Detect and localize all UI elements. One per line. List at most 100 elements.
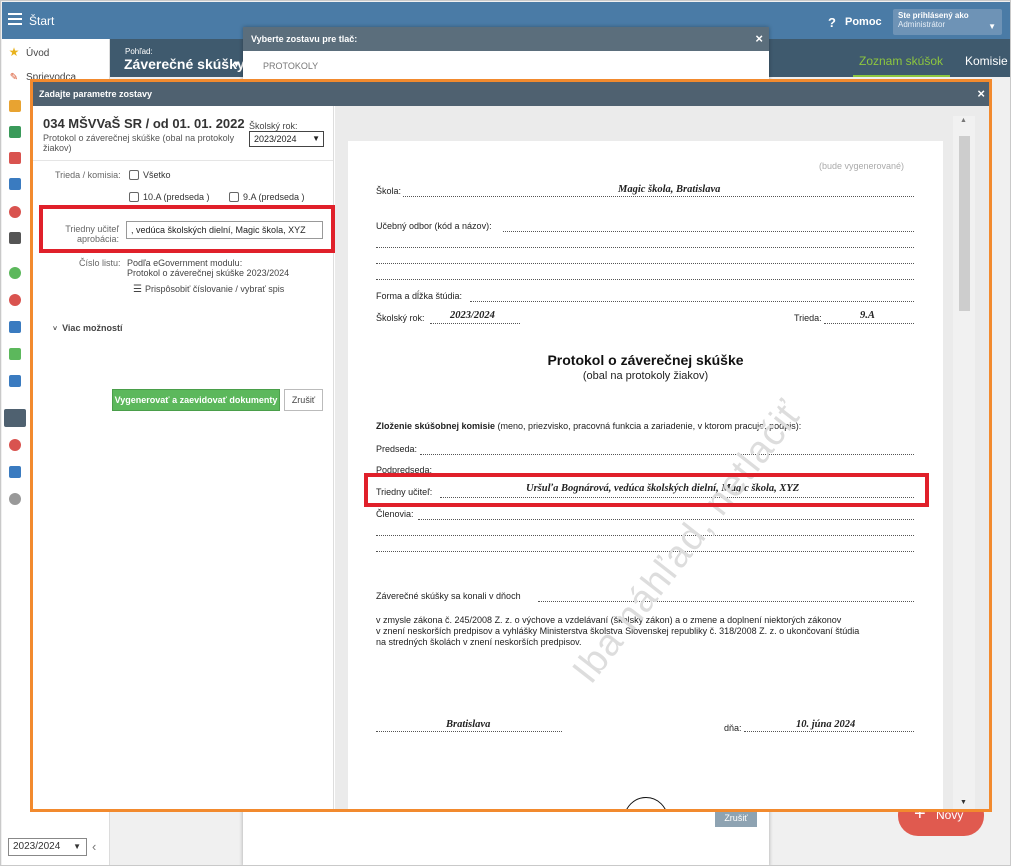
user-icon[interactable] <box>9 206 21 218</box>
shield-icon[interactable] <box>9 348 21 360</box>
start-link[interactable]: Štart <box>29 14 54 28</box>
report-name: Protokol o záverečnej skúške (obal na pr… <box>43 133 235 153</box>
dotted-line <box>403 196 914 197</box>
generate-button[interactable]: Vygenerovať a zaevidovať dokumenty <box>112 389 280 411</box>
scroll-down-icon[interactable]: ▼ <box>960 799 967 806</box>
letter-number-value: Podľa eGovernment modulu: Protokol o záv… <box>127 258 289 278</box>
star-icon: ★ <box>8 45 20 59</box>
cursor-circle <box>624 797 668 809</box>
school-value: Magic škola, Bratislava <box>618 184 721 195</box>
gauge-icon[interactable] <box>9 294 21 306</box>
scroll-up-icon[interactable]: ▲ <box>960 117 967 124</box>
open-book-icon[interactable] <box>4 409 26 427</box>
school-year-value: 2023/2024 <box>254 134 297 144</box>
date-value: 10. júna 2024 <box>796 719 856 730</box>
collapse-sidebar-icon[interactable]: ‹ <box>92 839 96 854</box>
chevron-down-icon[interactable]: ▼ <box>232 59 241 69</box>
dotted-line <box>418 519 914 520</box>
customize-numbering-label: Prispôsobiť číslovanie / vybrať spis <box>144 284 285 294</box>
class-teacher-label: Triedny učiteľ aprobácia: <box>65 224 119 244</box>
divider <box>33 160 333 161</box>
close-icon[interactable]: × <box>977 86 985 101</box>
dotted-line <box>376 279 914 280</box>
chevron-down-icon: ˅ <box>53 326 58 333</box>
class-teacher-input[interactable]: , vedúca školských dielní, Magic škola, … <box>126 221 323 239</box>
letter-number-label: Číslo listu: <box>79 258 121 268</box>
tab-zoznam-skusok[interactable]: Zoznam skúšok <box>859 54 943 68</box>
close-icon[interactable]: × <box>755 31 763 46</box>
study-form-label: Forma a dĺžka štúdia: <box>376 291 463 301</box>
class-10a-label: 10.A (predseda ) <box>143 192 210 202</box>
dotted-line <box>824 323 914 324</box>
app-frame: Štart ? Pomoc Ste prihlásený ako Adminis… <box>0 0 1011 866</box>
pen-icon[interactable] <box>9 466 21 478</box>
sidebar-item-uvod[interactable]: ★ Úvod <box>8 45 50 59</box>
book-icon[interactable] <box>9 178 21 190</box>
select-all-checkbox[interactable] <box>129 170 139 180</box>
preview-scrollbar[interactable]: ▲ ▼ <box>953 116 975 809</box>
home-icon[interactable] <box>9 126 21 138</box>
chevron-down-icon: ▼ <box>73 842 81 851</box>
user-label: Ste prihlásený ako <box>898 11 969 20</box>
print-dialog-cancel-button[interactable]: Zrušiť <box>715 809 757 827</box>
dotted-line <box>503 231 914 232</box>
class-committee-label: Trieda / komisia: <box>55 170 121 180</box>
wand-icon: ✎ <box>9 72 19 83</box>
letter-number-line2: Protokol o záverečnej skúške 2023/2024 <box>127 268 290 278</box>
calendar-icon[interactable] <box>9 152 21 164</box>
view-title[interactable]: Záverečné skúšky <box>124 56 245 72</box>
chat-icon[interactable] <box>9 439 21 451</box>
mail-icon[interactable] <box>9 100 21 112</box>
dotted-line <box>376 551 914 552</box>
briefcase-icon[interactable] <box>9 321 21 333</box>
school-label: Škola: <box>376 186 402 196</box>
user-menu[interactable]: Ste prihlásený ako Administrátor ▼ <box>893 9 1002 35</box>
tab-komisie[interactable]: Komisie <box>965 54 1008 68</box>
select-all-label: Všetko <box>143 170 171 180</box>
document-subtitle: (obal na protokoly žiakov) <box>582 370 709 382</box>
gear-icon[interactable] <box>9 493 21 505</box>
dotted-line <box>440 497 914 498</box>
committee-heading-bold: Zloženie skúšobnej komisie <box>376 421 496 431</box>
vice-chairman-label: Podpredseda: <box>376 465 433 475</box>
dotted-line <box>376 263 914 264</box>
chart-icon[interactable] <box>9 375 21 387</box>
committee-heading: Zloženie skúšobnej komisie (meno, priezv… <box>376 421 801 431</box>
hamburger-menu-icon[interactable] <box>8 13 22 25</box>
class-10a-checkbox[interactable] <box>129 192 139 202</box>
class-9a-checkbox[interactable] <box>229 192 239 202</box>
exam-dates-label: Záverečné skúšky sa konali v dňoch <box>376 591 521 601</box>
parameters-panel: 034 MŠVVaŠ SR / od 01. 01. 2022 Protokol… <box>33 106 334 809</box>
help-icon[interactable]: ? <box>828 15 836 30</box>
class-teacher-doc-label: Triedny učiteľ: <box>376 487 433 497</box>
customize-numbering-link[interactable]: ☰ Prispôsobiť číslovanie / vybrať spis <box>133 284 284 295</box>
cancel-button[interactable]: Zrušiť <box>284 389 323 411</box>
dotted-line <box>376 535 914 536</box>
report-parameters-dialog: Zadajte parametre zostavy × 034 MŠVVaŠ S… <box>33 82 989 809</box>
school-year-doc-label: Školský rok: <box>376 313 425 323</box>
check-icon[interactable] <box>9 267 21 279</box>
schedule-icon[interactable] <box>9 232 21 244</box>
help-link[interactable]: Pomoc <box>845 16 882 28</box>
scrollbar-thumb[interactable] <box>959 136 970 311</box>
year-select[interactable]: 2023/2024 ▼ <box>8 838 87 856</box>
chairman-label: Predseda: <box>376 444 418 454</box>
new-button-label: Nový <box>936 808 964 822</box>
preview-watermark: Iba náhľad, netlačiť <box>564 393 811 692</box>
law-text-line3: na stredných školách v znení neskorších … <box>376 637 582 647</box>
dotted-line <box>430 323 520 324</box>
report-preview[interactable]: (bude vygenerované) Škola: Magic škola, … <box>335 106 989 809</box>
members-label: Členovia: <box>376 509 414 519</box>
dotted-line <box>538 601 914 602</box>
school-year-select[interactable]: 2023/2024 ▼ <box>249 131 324 147</box>
class-doc-value: 9.A <box>860 310 875 321</box>
more-options-toggle[interactable]: ˅ Viac možností <box>53 323 122 333</box>
preview-page: (bude vygenerované) Škola: Magic škola, … <box>348 141 943 809</box>
dotted-line <box>420 454 914 455</box>
school-year-doc-value: 2023/2024 <box>450 310 495 321</box>
study-field-label: Učebný odbor (kód a názov): <box>376 221 492 231</box>
active-tab-indicator <box>853 75 950 77</box>
chevron-down-icon: ▼ <box>988 22 996 31</box>
generated-note: (bude vygenerované) <box>819 161 905 171</box>
report-category: PROTOKOLY <box>263 61 319 71</box>
